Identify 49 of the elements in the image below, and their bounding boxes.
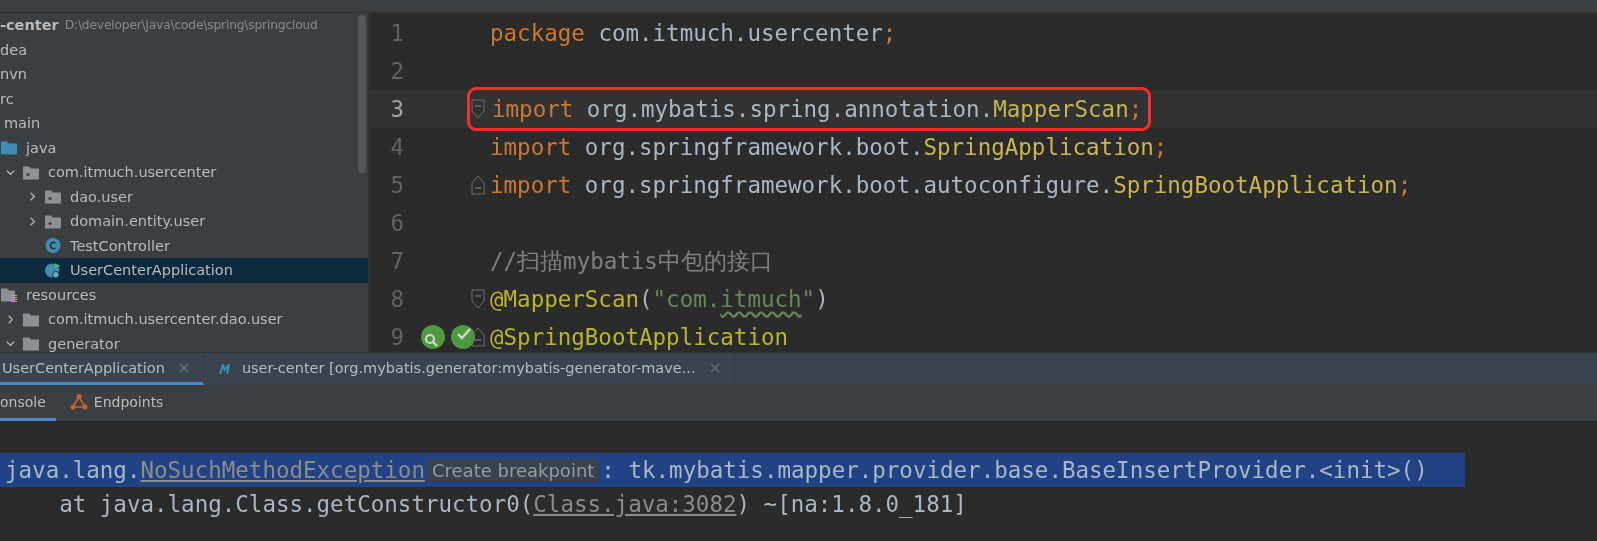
class-icon bbox=[44, 237, 62, 255]
console-text: at java.lang.Class.getConstructor0( bbox=[58, 491, 534, 517]
tree-item[interactable]: rc bbox=[0, 90, 14, 107]
folder-icon bbox=[44, 188, 62, 206]
tree-item[interactable]: main bbox=[4, 115, 41, 132]
tree-item[interactable]: dea bbox=[0, 41, 27, 58]
scrollbar-thumb[interactable] bbox=[358, 15, 366, 173]
code-line: import org.mybatis.spring.annotation.MapperScan; bbox=[470, 90, 1149, 128]
check-icon[interactable] bbox=[450, 324, 476, 350]
panel-tab[interactable]: Endpoints bbox=[69, 385, 174, 421]
console-link[interactable]: Class.java:3082 bbox=[533, 491, 737, 517]
folder-icon bbox=[0, 139, 18, 157]
find-usages-icon[interactable] bbox=[420, 324, 446, 350]
project-name[interactable]: -center bbox=[0, 17, 59, 34]
line-number: 3 bbox=[389, 96, 404, 122]
tree-item[interactable]: nvn bbox=[0, 66, 27, 83]
line-number: 6 bbox=[389, 210, 404, 236]
tree-item[interactable]: TestController bbox=[0, 233, 368, 258]
console-text: java.lang. bbox=[5, 457, 141, 483]
code-line: import org.springframework.boot.SpringApplication; bbox=[490, 134, 1169, 160]
code-line: //扫描mybatis中包的接口 bbox=[490, 246, 774, 276]
code-line: package com.itmuch.usercenter; bbox=[490, 20, 898, 46]
console-text: : tk.mybatis.mapper.provider.base.BaseInsertProvider.<init>() bbox=[601, 457, 1428, 483]
create-breakpoint-button[interactable]: Create breakpoint bbox=[426, 458, 600, 482]
resources-folder-icon bbox=[0, 286, 18, 304]
fold-icon[interactable] bbox=[471, 325, 485, 349]
tree-item[interactable]: java bbox=[26, 139, 57, 156]
tree-item[interactable]: com.itmuch.usercenter.dao.user bbox=[0, 307, 368, 332]
line-number: 5 bbox=[389, 172, 404, 198]
run-class-icon bbox=[44, 261, 62, 279]
tree-item[interactable]: generator bbox=[0, 331, 368, 352]
tree-item[interactable]: UserCenterApplication bbox=[0, 258, 368, 283]
console-text: ) ~[na:1.8.0_181] bbox=[736, 491, 967, 517]
code-line: @MapperScan("com.itmuch") bbox=[490, 286, 830, 312]
tree-item[interactable]: resources bbox=[26, 286, 97, 303]
code-line: import org.springframework.boot.autoconfigure.SpringBootApplication; bbox=[490, 172, 1413, 198]
line-number: 2 bbox=[389, 58, 404, 84]
tree-item[interactable]: dao.user bbox=[0, 184, 368, 209]
tree-item[interactable]: domain.entity.user bbox=[0, 209, 368, 234]
line-number: 9 bbox=[389, 324, 404, 350]
line-number: 8 bbox=[389, 286, 404, 312]
endpoints-icon bbox=[69, 392, 88, 411]
line-number: 1 bbox=[389, 20, 404, 46]
line-number: 4 bbox=[389, 134, 404, 160]
line-number: 7 bbox=[389, 248, 404, 274]
code-line: @SpringBootApplication bbox=[490, 324, 789, 350]
tree-item[interactable]: com.itmuch.usercenter bbox=[0, 160, 368, 185]
console-link[interactable]: NoSuchMethodException bbox=[140, 457, 425, 483]
project-path: D:\developer\java\code\spring\springcloud bbox=[64, 18, 318, 33]
